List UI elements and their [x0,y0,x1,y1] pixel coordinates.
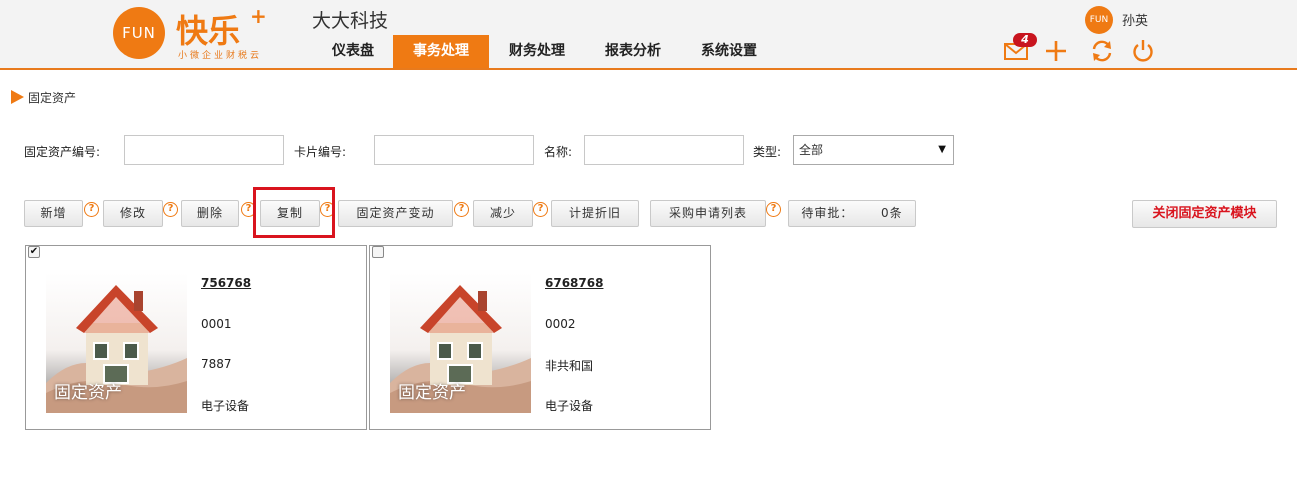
card-code-link[interactable]: 756768 [201,276,251,290]
asset-no-label: 固定资产编号: [24,145,101,159]
top-header: FUN 快乐 + 小微企业财税云 大大科技 仪表盘 事务处理 财务处理 报表分析… [0,0,1297,70]
delete-button[interactable]: 删除 [181,200,239,227]
close-module-button[interactable]: 关闭固定资产模块 [1132,200,1277,228]
user-name[interactable]: 孙英 [1122,10,1148,29]
brand-slogan: 小微企业财税云 [178,51,263,61]
pending-label: 待审批： [801,206,854,220]
nav-tab-transactions[interactable]: 事务处理 [393,35,489,68]
brand-plus: + [250,4,267,28]
nav-tab-settings[interactable]: 系统设置 [681,35,777,68]
asset-change-button[interactable]: 固定资产变动 [338,200,453,227]
asset-thumbnail: 固定资产 [46,273,187,413]
card-checkbox[interactable]: ✔ [28,246,40,258]
card-checkbox[interactable] [372,246,384,258]
main-nav: 仪表盘 事务处理 财务处理 报表分析 系统设置 [313,35,777,68]
edit-help-icon[interactable]: ? [163,202,178,217]
thumbnail-label: 固定资产 [398,383,466,403]
purchase-list-button[interactable]: 采购申请列表 [650,200,766,227]
type-select-value: 全部 [799,143,824,157]
type-select[interactable]: 全部 ▼ [793,135,954,165]
add-help-icon[interactable]: ? [84,202,99,217]
name-input[interactable] [584,135,744,165]
card-category: 电子设备 [545,399,594,413]
asset-card[interactable]: ✔ 固定资产 756768 0001 7887 电子设备 [25,245,367,430]
reduce-button[interactable]: 减少 [473,200,533,227]
power-icon[interactable] [1130,38,1156,64]
asset-card[interactable]: 固定资产 6768768 0002 非共和国 电子设备 [369,245,711,430]
add-button[interactable]: 新增 [24,200,83,227]
breadcrumb-arrow-icon [11,90,24,104]
asset-change-help-icon[interactable]: ? [454,202,469,217]
card-field-3: 7887 [201,357,232,371]
mail-count-badge: 4 [1013,33,1037,47]
purchase-list-help-icon[interactable]: ? [766,202,781,217]
card-no-label: 卡片编号: [294,145,347,159]
brand-logo[interactable]: FUN [113,7,165,59]
pending-approval-button[interactable]: 待审批： 0条 [788,200,916,227]
card-code-link[interactable]: 6768768 [545,276,603,290]
asset-no-input[interactable] [124,135,284,165]
add-icon[interactable] [1043,38,1069,64]
pending-count: 0条 [881,206,903,220]
delete-help-icon[interactable]: ? [241,202,256,217]
nav-tab-dashboard[interactable]: 仪表盘 [313,35,393,68]
asset-thumbnail: 固定资产 [390,273,531,413]
copy-help-icon[interactable]: ? [320,202,335,217]
card-number: 0001 [201,317,232,331]
edit-button[interactable]: 修改 [103,200,163,227]
breadcrumb: 固定资产 [28,91,77,105]
company-name: 大大科技 [312,10,389,32]
user-avatar[interactable]: FUN [1085,6,1113,34]
depreciate-button[interactable]: 计提折旧 [551,200,639,227]
brand-name: 快乐 [176,12,241,50]
nav-tab-reports[interactable]: 报表分析 [585,35,681,68]
reduce-help-icon[interactable]: ? [533,202,548,217]
name-label: 名称: [544,145,573,159]
caret-down-icon: ▼ [938,144,946,155]
copy-button[interactable]: 复制 [260,200,320,227]
type-label: 类型: [753,145,782,159]
nav-tab-finance[interactable]: 财务处理 [489,35,585,68]
card-no-input[interactable] [374,135,534,165]
card-field-3: 非共和国 [545,359,594,373]
thumbnail-label: 固定资产 [54,383,122,403]
card-category: 电子设备 [201,399,250,413]
card-number: 0002 [545,317,576,331]
refresh-icon[interactable] [1089,38,1115,64]
